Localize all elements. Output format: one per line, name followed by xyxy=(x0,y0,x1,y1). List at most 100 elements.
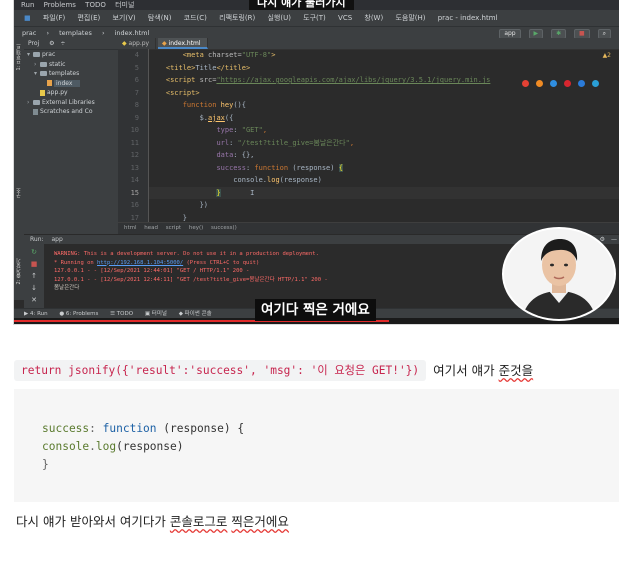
code-block-line: success: function (response) { xyxy=(42,422,245,435)
breadcrumb-item[interactable]: script xyxy=(166,223,181,234)
rerun-icon[interactable]: ↻ xyxy=(30,248,38,256)
ie-icon[interactable] xyxy=(577,80,585,87)
menu-item[interactable]: 파일(F) xyxy=(43,10,65,26)
line-number: 7 xyxy=(134,88,139,97)
folder-icon xyxy=(33,99,40,105)
breadcrumb-item[interactable]: hey() xyxy=(189,223,203,234)
scroll-up-icon[interactable]: ↑ xyxy=(30,272,38,280)
top-strip-item: Run xyxy=(21,1,35,9)
scroll-down-icon[interactable]: ↓ xyxy=(30,284,38,292)
run-toolbar: app ▶ ✱ ■ ⌕ xyxy=(493,28,611,39)
video-subtitle: 여기다 찍은 거에요 xyxy=(255,299,376,321)
editor-tab-app-py[interactable]: ◆ app.py xyxy=(118,38,157,49)
paragraph-text: 여기서 얘가 준것을 xyxy=(433,360,533,381)
folder-icon xyxy=(33,52,40,57)
tree-item[interactable]: ▾ templates xyxy=(24,69,118,79)
console-line: 봄날은간다 xyxy=(54,284,79,293)
console-text: (Press CTRL+C to quit) xyxy=(183,259,260,266)
console-line: 127.0.0.1 - - [12/Sep/2021 12:44:11] "GE… xyxy=(54,276,328,285)
menu-item[interactable]: 실행(U) xyxy=(267,10,290,26)
html-file-icon: ◆ xyxy=(162,40,167,47)
chrome-icon[interactable] xyxy=(521,80,529,87)
breadcrumb-item[interactable]: head xyxy=(144,223,158,234)
console-text: 127.0.0.1 - - [12/Sep/2021 12:44:01] "GE… xyxy=(54,268,250,274)
code-line-current: } I xyxy=(149,186,619,199)
side-tab-favorites[interactable]: 2: 즐겨찾기 xyxy=(15,258,23,284)
code-line: data: {}, xyxy=(216,151,255,159)
collapse-icon[interactable]: ÷ xyxy=(60,40,65,47)
menu-item[interactable]: 보기(V) xyxy=(112,10,135,26)
side-tab-structure[interactable]: 구조 xyxy=(15,188,23,198)
code-line: console.log(response) xyxy=(233,176,322,184)
console-line: WARNING: This is a development server. D… xyxy=(54,250,319,259)
sentence-prefix: 다시 얘가 받아와서 여기다가 xyxy=(16,514,170,529)
code-editor[interactable]: ◆ app.py ◆ index.html 4 5 6 7 8 9 10 11 12 13 14 15… xyxy=(118,38,619,234)
tree-item[interactable]: Scratches and Co xyxy=(24,107,118,117)
video-frame[interactable]: Run Problems TODO 터미널 다시 얘가 불러가지 ■ 파일(F)… xyxy=(14,0,619,324)
console-line: * Running on http://192.168.1.104:5000/ … xyxy=(54,259,259,268)
spellcheck-word[interactable]: 콘솔로그로 xyxy=(170,514,228,529)
menu-item[interactable]: 리팩토링(R) xyxy=(219,10,255,26)
warning-count[interactable]: ▲2 xyxy=(603,52,611,59)
tree-item-label: prac xyxy=(42,51,56,58)
console-text: * Running on xyxy=(54,259,98,266)
line-number: 4 xyxy=(134,51,139,59)
menu-item[interactable]: 도움말(H) xyxy=(395,10,425,26)
safari-icon[interactable] xyxy=(549,80,557,87)
top-strip-item: Problems xyxy=(43,1,76,9)
tree-item[interactable]: ▾ prac xyxy=(24,50,118,60)
side-tab-project[interactable]: 1: 프로젝트 xyxy=(15,44,23,70)
menu-item[interactable]: 편집(E) xyxy=(77,10,100,26)
code-line: <meta charset="UTF-8"> xyxy=(182,51,276,59)
menu-item[interactable]: 창(W) xyxy=(364,10,383,26)
menu-item[interactable]: 코드(C) xyxy=(184,10,207,26)
menu-item[interactable]: 도구(T) xyxy=(303,10,326,26)
line-number: 10 xyxy=(130,126,139,134)
code-line: success: function (response) { xyxy=(216,163,343,172)
breadcrumb-item[interactable]: html xyxy=(124,223,137,234)
presenter-photo xyxy=(504,229,614,319)
spellcheck-word[interactable]: 찍은거에요 xyxy=(231,514,289,529)
html-file-icon xyxy=(47,80,52,86)
tree-item[interactable]: › static xyxy=(24,60,118,70)
tree-item[interactable]: app.py xyxy=(24,88,118,98)
code-line: type: "GET", xyxy=(216,126,268,134)
console-text: WARNING: This is a development server. D… xyxy=(54,251,319,257)
menu-item[interactable]: VCS xyxy=(338,10,352,26)
tree-item-label: Scratches and Co xyxy=(40,108,93,115)
line-number: 12 xyxy=(130,151,139,159)
line-number: 9 xyxy=(134,113,139,122)
code-line: <script> xyxy=(165,88,200,97)
top-strip-item: TODO xyxy=(85,1,106,9)
firefox-icon[interactable] xyxy=(535,80,543,87)
code-block-line: } xyxy=(42,458,49,471)
line-number: 15 xyxy=(130,188,139,197)
trash-icon[interactable]: ✕ xyxy=(30,296,38,304)
gear-icon[interactable]: ⚙ xyxy=(49,40,54,47)
console-text: 봄날은간다 xyxy=(54,285,80,291)
video-top-strip: Run Problems TODO 터미널 다시 얘가 불러가지 xyxy=(14,0,619,10)
presenter-avatar xyxy=(504,229,614,319)
tree-item-label: index xyxy=(54,79,81,87)
opera-icon[interactable] xyxy=(563,80,571,87)
breadcrumb-item[interactable]: success() xyxy=(211,223,237,234)
browser-preview-icons xyxy=(520,72,599,87)
edge-icon[interactable] xyxy=(592,80,599,87)
page: Run Problems TODO 터미널 다시 얘가 불러가지 ■ 파일(F)… xyxy=(0,0,619,586)
folder-icon xyxy=(40,61,47,67)
project-pane-title[interactable]: Proj xyxy=(28,40,39,47)
stop-icon[interactable]: ■ xyxy=(30,260,38,268)
code-block: success: function (response) { console.l… xyxy=(14,389,619,502)
spellcheck-word[interactable]: 준것을 xyxy=(499,363,534,378)
project-pane-header: Proj ⚙ ÷ xyxy=(24,38,118,50)
paragraph-text: 다시 얘가 받아와서 여기다가 콘솔로그로 찍은거에요 xyxy=(16,512,289,532)
tree-item-label: app.py xyxy=(47,89,68,96)
tree-item-label: External Libraries xyxy=(42,98,95,106)
tree-item[interactable]: › External Libraries xyxy=(24,98,118,108)
tree-item[interactable]: index xyxy=(24,79,118,89)
editor-tab-index-html[interactable]: ◆ index.html xyxy=(158,38,208,49)
menu-item[interactable]: 탐색(N) xyxy=(148,10,172,26)
console-link[interactable]: http://192.168.1.104:5000/ xyxy=(97,260,183,266)
line-number: 6 xyxy=(134,76,139,84)
ide-logo-icon: ■ xyxy=(24,14,31,22)
